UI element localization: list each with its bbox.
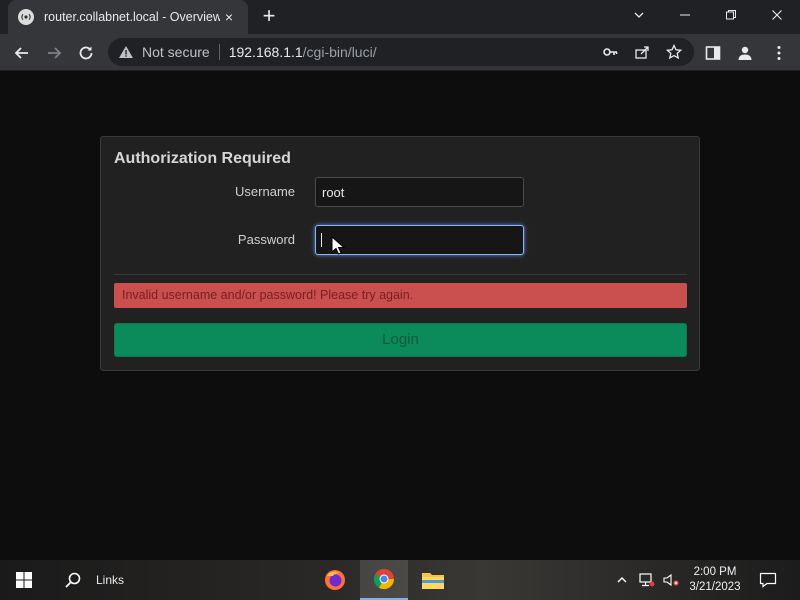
close-window-button[interactable]	[754, 0, 800, 30]
browser-toolbar: Not secure 192.168.1.1/cgi-bin/luci/	[0, 34, 800, 71]
panel-title: Authorization Required	[114, 150, 291, 167]
mouse-pointer-icon	[331, 236, 345, 255]
tab-title: router.collabnet.local - Overview	[44, 10, 220, 24]
file-explorer-icon[interactable]	[409, 560, 457, 600]
windows-start-icon[interactable]	[8, 560, 40, 600]
browser-tab-strip: router.collabnet.local - Overview × +	[0, 0, 800, 34]
username-field[interactable]	[315, 177, 524, 207]
tab-close-icon[interactable]: ×	[220, 9, 238, 25]
star-icon[interactable]	[666, 44, 682, 60]
omnibox-separator	[218, 44, 220, 60]
menu-icon[interactable]	[770, 44, 788, 62]
chevron-up-icon[interactable]	[612, 560, 632, 600]
login-button[interactable]: Login	[114, 323, 687, 357]
security-status[interactable]: Not secure	[142, 44, 210, 60]
restore-button[interactable]	[708, 0, 754, 30]
key-icon[interactable]	[602, 44, 618, 60]
system-clock[interactable]: 2:00 PM 3/21/2023	[684, 560, 746, 600]
form-divider	[114, 274, 687, 275]
windows-taskbar: Links 2:00 PM 3/21/2023	[0, 560, 800, 600]
login-panel: Authorization Required Username Password…	[100, 136, 700, 371]
url-host: 192.168.1.1	[228, 44, 303, 60]
text-caret	[321, 233, 322, 247]
minimize-button[interactable]	[662, 0, 708, 30]
router-favicon-icon	[18, 9, 34, 25]
clock-date: 3/21/2023	[689, 581, 741, 593]
sidebar-icon[interactable]	[704, 44, 722, 62]
share-icon[interactable]	[634, 44, 650, 60]
clock-time: 2:00 PM	[693, 566, 737, 578]
profile-icon[interactable]	[736, 44, 754, 62]
new-tab-button[interactable]: +	[258, 5, 280, 28]
username-label: Username	[235, 184, 295, 199]
forward-icon[interactable]	[42, 41, 66, 65]
network-icon[interactable]	[637, 560, 657, 600]
back-icon[interactable]	[10, 41, 34, 65]
tab-search-chevron-icon[interactable]	[616, 0, 662, 30]
firefox-icon[interactable]	[311, 560, 359, 600]
address-bar[interactable]: Not secure 192.168.1.1/cgi-bin/luci/	[108, 38, 694, 66]
notification-icon[interactable]	[752, 560, 784, 600]
reload-icon[interactable]	[74, 41, 98, 65]
volume-muted-icon[interactable]	[661, 560, 681, 600]
chrome-icon[interactable]	[360, 560, 408, 600]
browser-tab-active[interactable]: router.collabnet.local - Overview ×	[8, 0, 248, 34]
password-label: Password	[237, 232, 295, 247]
search-icon[interactable]	[58, 560, 88, 600]
links-toolbar[interactable]: Links	[96, 560, 136, 600]
url-path: /cgi-bin/luci/	[302, 44, 377, 60]
password-field[interactable]	[315, 225, 524, 255]
warning-icon[interactable]	[118, 44, 134, 60]
error-message: Invalid username and/or password! Please…	[114, 283, 687, 308]
